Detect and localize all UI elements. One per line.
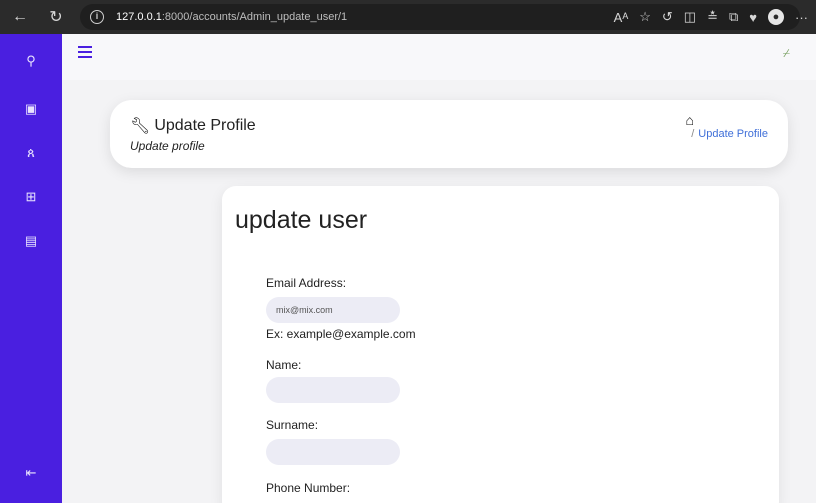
document-icon[interactable]: ▤ [22, 232, 40, 250]
collections-icon[interactable]: ⧉ [729, 9, 738, 25]
site-info-icon[interactable]: i [90, 10, 104, 24]
surname-field[interactable] [266, 439, 400, 465]
update-user-form: update user Email Address: Ex: example@e… [222, 186, 779, 503]
surname-label: Surname: [266, 418, 319, 432]
broken-image-icon: ⌿ [782, 46, 790, 60]
split-screen-icon[interactable]: ◫ [684, 9, 696, 25]
top-bar: ⌿ [62, 34, 816, 80]
home-icon[interactable]: ⌂ [686, 112, 694, 128]
breadcrumb-separator: / [691, 128, 695, 140]
breadcrumb-current[interactable]: Update Profile [698, 128, 768, 140]
users-icon[interactable]: ጰ [22, 144, 40, 162]
wrench-icon: 🔧︎ [130, 118, 151, 135]
sidebar: ⚲ ▣ ጰ ⊞ ▤ ⇤ [0, 34, 62, 503]
add-box-icon[interactable]: ⊞ [22, 188, 40, 206]
back-arrow-icon[interactable]: ← [8, 8, 32, 26]
more-menu-icon[interactable]: ··· [795, 10, 808, 25]
contact-card-icon[interactable]: ▣ [22, 100, 40, 118]
hamburger-menu-icon[interactable] [78, 46, 92, 61]
browser-tools: Aᴬ ☆ ↺ ◫ ≛ ⧉ ♥ ● ··· [614, 0, 808, 34]
name-field[interactable] [266, 377, 400, 403]
email-hint: Ex: example@example.com [266, 327, 416, 341]
user-icon[interactable]: ⚲ [22, 52, 40, 70]
form-title: update user [235, 206, 368, 234]
logout-icon[interactable]: ⇤ [22, 464, 40, 482]
url-host: 127.0.0.1 [116, 11, 162, 23]
extension-icon[interactable]: ↺ [662, 9, 673, 25]
name-label: Name: [266, 358, 302, 372]
favorite-star-icon[interactable]: ☆ [639, 9, 651, 25]
email-field[interactable] [266, 297, 400, 323]
favorites-list-icon[interactable]: ≛ [707, 9, 718, 25]
browser-toolbar: ← ↻ i 127.0.0.1:8000/accounts/Admin_upda… [0, 0, 816, 34]
profile-avatar-icon[interactable]: ● [768, 9, 784, 25]
page-title: 🔧︎ Update Profile [130, 116, 256, 136]
refresh-icon[interactable]: ↻ [44, 7, 68, 27]
page-subtitle: Update profile [130, 139, 205, 153]
phone-label: Phone Number: [266, 481, 351, 495]
url-path: :8000/accounts/Admin_update_user/1 [161, 11, 348, 23]
breadcrumb: / Update Profile [691, 128, 768, 140]
read-aloud-icon[interactable]: Aᴬ [614, 10, 629, 25]
url-text: 127.0.0.1:8000/accounts/Admin_update_use… [116, 11, 347, 23]
page-header-card: 🔧︎ Update Profile Update profile ⌂ / Upda… [110, 100, 788, 168]
email-label: Email Address: [266, 276, 347, 290]
page-title-text: Update Profile [154, 117, 256, 134]
copilot-icon[interactable]: ♥ [749, 10, 757, 25]
